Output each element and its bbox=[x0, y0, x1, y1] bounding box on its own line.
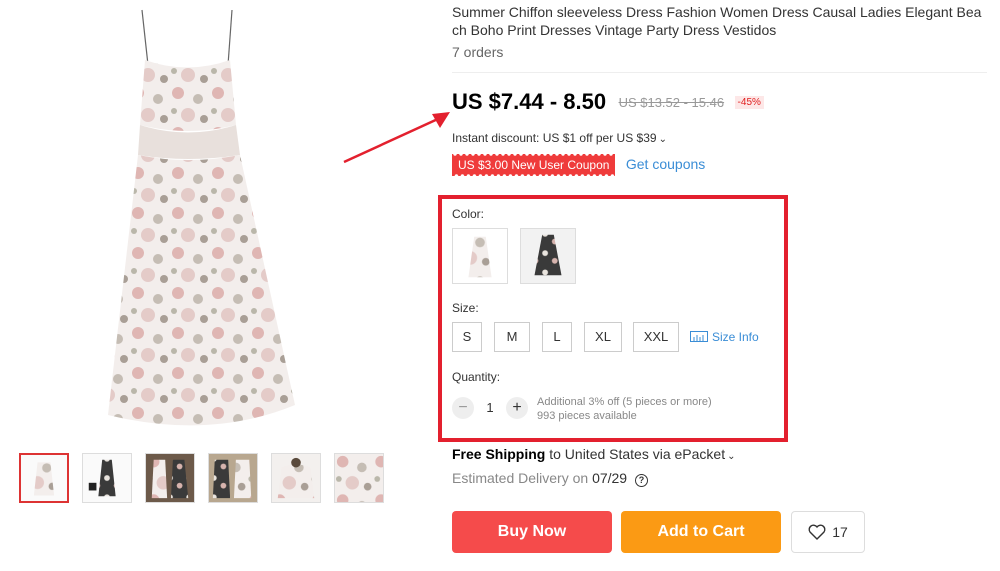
original-price: US $13.52 - 15.46 bbox=[618, 94, 725, 110]
instant-discount[interactable]: Instant discount: US $1 off per US $39 ⌄ bbox=[452, 131, 667, 145]
quantity-notes: Additional 3% off (5 pieces or more) 993… bbox=[537, 395, 712, 423]
color-option-dark-floral[interactable] bbox=[520, 228, 576, 284]
product-title: Summer Chiffon sleeveless Dress Fashion … bbox=[452, 4, 982, 38]
free-shipping-label: Free Shipping bbox=[452, 446, 546, 462]
size-option-xl[interactable]: XL bbox=[584, 322, 622, 352]
chevron-down-icon: ⌄ bbox=[727, 451, 736, 462]
chevron-down-icon: ⌄ bbox=[658, 134, 667, 145]
price-row: US $7.44 - 8.50 US $13.52 - 15.46 -45% bbox=[452, 89, 764, 115]
color-label: Color: bbox=[452, 207, 485, 221]
thumbnail-4[interactable] bbox=[208, 453, 258, 503]
buy-now-button[interactable]: Buy Now bbox=[452, 511, 612, 553]
divider bbox=[452, 72, 987, 73]
instant-discount-text: Instant discount: US $1 off per US $39 bbox=[452, 131, 657, 145]
delivery-date: 07/29 bbox=[592, 470, 628, 486]
order-count: 7 orders bbox=[452, 44, 504, 60]
annotation-arrow bbox=[343, 112, 450, 164]
ruler-icon bbox=[690, 331, 708, 342]
new-user-coupon-badge: US $3.00 New User Coupon bbox=[452, 154, 616, 176]
coupon-row: US $3.00 New User Coupon Get coupons bbox=[452, 154, 705, 176]
wishlist-button[interactable]: 17 bbox=[791, 511, 865, 553]
quantity-increase-button[interactable]: + bbox=[506, 397, 528, 419]
thumbnail-1[interactable] bbox=[19, 453, 69, 503]
size-info-link[interactable]: Size Info bbox=[690, 330, 759, 344]
discount-badge: -45% bbox=[734, 95, 764, 109]
quantity-label: Quantity: bbox=[452, 370, 501, 384]
quantity-decrease-button[interactable]: − bbox=[452, 397, 474, 419]
quantity-value[interactable]: 1 bbox=[482, 400, 498, 415]
current-price: US $7.44 - 8.50 bbox=[452, 89, 607, 114]
size-info-text: Size Info bbox=[712, 330, 759, 344]
shipping-info[interactable]: Free Shipping to United States via ePack… bbox=[452, 446, 736, 462]
get-coupons-link[interactable]: Get coupons bbox=[626, 156, 705, 172]
thumbnail-5[interactable] bbox=[271, 453, 321, 503]
stock-available-note: 993 pieces available bbox=[537, 410, 637, 422]
estimated-delivery: Estimated Delivery on 07/29 ? bbox=[452, 470, 648, 487]
thumbnail-6[interactable] bbox=[334, 453, 384, 503]
size-option-xxl[interactable]: XXL bbox=[633, 322, 679, 352]
delivery-label: Estimated Delivery on bbox=[452, 470, 589, 486]
size-option-l[interactable]: L bbox=[542, 322, 572, 352]
help-icon[interactable]: ? bbox=[635, 474, 648, 487]
wishlist-count: 17 bbox=[832, 524, 848, 540]
color-option-white-floral[interactable] bbox=[452, 228, 508, 284]
heart-icon bbox=[808, 524, 826, 540]
main-product-image bbox=[90, 5, 330, 435]
size-label: Size: bbox=[452, 301, 479, 315]
thumbnail-2[interactable] bbox=[82, 453, 132, 503]
thumbnail-3[interactable] bbox=[145, 453, 195, 503]
add-to-cart-button[interactable]: Add to Cart bbox=[621, 511, 781, 553]
shipping-destination: to United States via ePacket bbox=[549, 446, 726, 462]
size-option-s[interactable]: S bbox=[452, 322, 482, 352]
size-option-m[interactable]: M bbox=[494, 322, 530, 352]
bulk-discount-note: Additional 3% off (5 pieces or more) bbox=[537, 396, 712, 408]
